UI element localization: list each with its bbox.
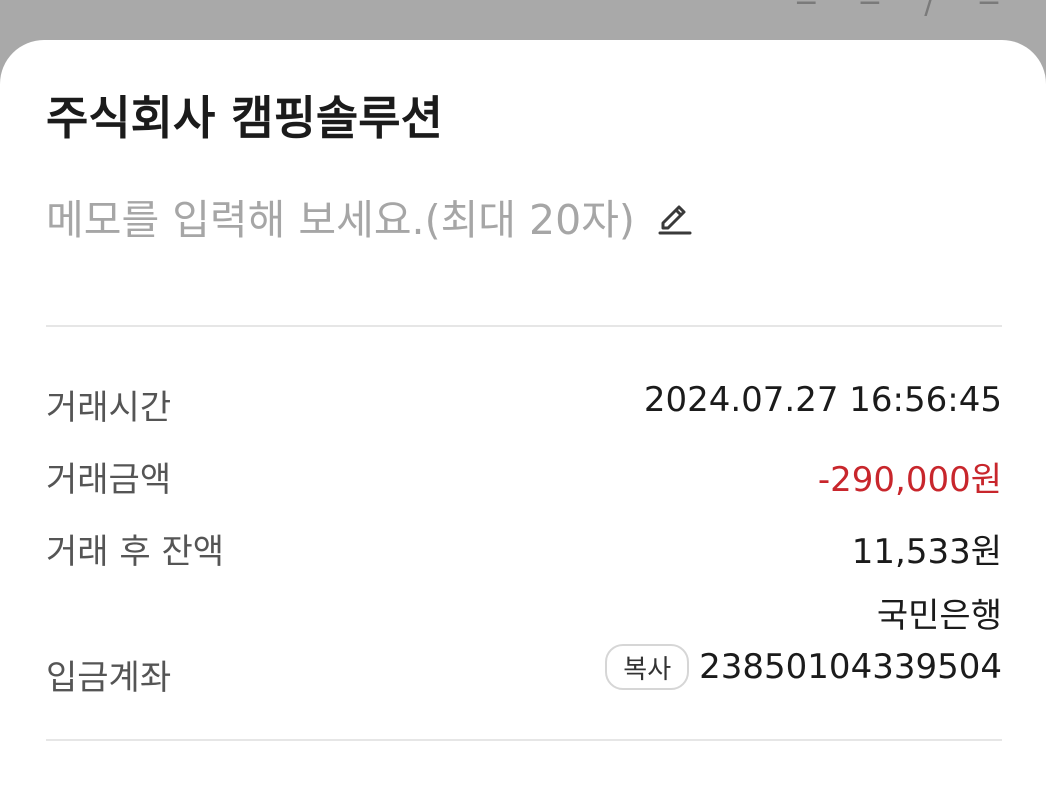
deposit-account-info: 국민은행 복사 23850104339504 bbox=[605, 596, 1002, 690]
memo-input[interactable]: 메모를 입력해 보세요.(최대 20자) bbox=[46, 186, 695, 246]
divider-top bbox=[46, 325, 1002, 327]
bank-name: 국민은행 bbox=[876, 596, 1002, 636]
account-number: 23850104339504 bbox=[699, 647, 1002, 687]
balance-after-value: 11,533원 bbox=[851, 532, 1002, 572]
pencil-edit-icon[interactable] bbox=[655, 196, 695, 236]
balance-after-label: 거래 후 잔액 bbox=[46, 532, 225, 572]
transaction-time-label: 거래시간 bbox=[46, 388, 172, 428]
transaction-time-value: 2024.07.27 16:56:45 bbox=[643, 380, 1002, 420]
transaction-amount-row: 거래금액 -290,000원 bbox=[46, 452, 1002, 500]
transaction-time-row: 거래시간 2024.07.27 16:56:45 bbox=[46, 380, 1002, 428]
transaction-amount-value: -290,000원 bbox=[817, 460, 1002, 500]
merchant-name-title: 주식회사 캠핑솔루션 bbox=[46, 91, 443, 145]
divider-bottom bbox=[46, 739, 1002, 741]
balance-after-row: 거래 후 잔액 11,533원 bbox=[46, 524, 1002, 572]
memo-placeholder: 메모를 입력해 보세요.(최대 20자) bbox=[46, 196, 635, 244]
copy-account-button[interactable]: 복사 bbox=[605, 644, 690, 690]
account-number-line: 복사 23850104339504 bbox=[605, 644, 1002, 690]
transaction-amount-label: 거래금액 bbox=[46, 460, 172, 500]
background-content: ─ ─ / ─ bbox=[797, 0, 1016, 21]
deposit-account-label: 입금계좌 bbox=[46, 658, 172, 698]
